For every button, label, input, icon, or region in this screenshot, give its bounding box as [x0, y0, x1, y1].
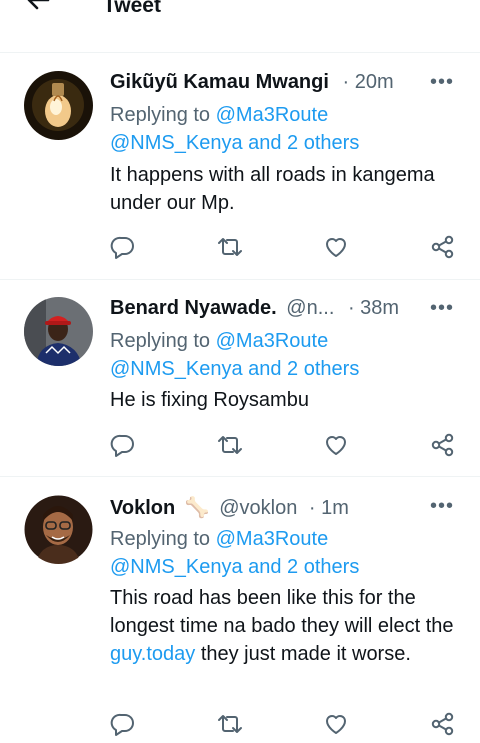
like-icon[interactable]: [322, 233, 350, 261]
replying-prefix: Replying to: [110, 330, 211, 352]
share-icon[interactable]: [429, 710, 457, 738]
tweet-link[interactable]: guy.today: [110, 643, 195, 665]
memoji-avatar-icon[interactable]: [24, 495, 93, 564]
tweet[interactable]: Benard Nyawade. @n... · 38m ••• Replying…: [0, 280, 480, 477]
replying-to: Replying to @Ma3Route @NMS_Kenya and 2 o…: [110, 525, 359, 581]
timestamp[interactable]: · 20m: [343, 71, 394, 93]
mention-link[interactable]: @Ma3Route: [216, 330, 329, 352]
tweet-text: This road has been like this for the lon…: [110, 584, 460, 668]
mention-link[interactable]: @NMS_Kenya and 2 others: [110, 358, 359, 380]
top-bar: Tweet: [0, 0, 480, 53]
replying-to: Replying to @Ma3Route @NMS_Kenya and 2 o…: [110, 327, 359, 383]
action-bar: [0, 233, 480, 263]
bone-emoji-icon: 🦴: [184, 497, 210, 519]
tweet-header: Benard Nyawade. @n... · 38m: [110, 297, 456, 323]
mention-link[interactable]: @Ma3Route: [216, 528, 329, 550]
mention-link[interactable]: @NMS_Kenya and 2 others: [110, 556, 359, 578]
tweet-text-part: they just made it worse.: [200, 643, 411, 665]
author-handle[interactable]: @voklon: [219, 497, 297, 519]
more-options-icon[interactable]: •••: [430, 297, 454, 320]
tweet[interactable]: Gikũyũ Kamau Mwangi · 20m ••• Replying t…: [0, 53, 480, 280]
person-red-cap-avatar-icon[interactable]: [24, 297, 93, 366]
reply-icon[interactable]: [109, 431, 137, 459]
timestamp[interactable]: · 1m: [309, 497, 349, 519]
mention-link[interactable]: @Ma3Route: [216, 104, 329, 126]
more-options-icon[interactable]: •••: [430, 71, 454, 94]
share-icon[interactable]: [429, 233, 457, 261]
author-name[interactable]: Gikũyũ Kamau Mwangi: [110, 71, 329, 93]
retweet-icon[interactable]: [216, 710, 244, 738]
replying-prefix: Replying to: [110, 104, 211, 126]
mention-link[interactable]: @NMS_Kenya and 2 others: [110, 132, 359, 154]
tweet[interactable]: Voklon 🦴 @voklon · 1m ••• Replying to @M…: [0, 477, 480, 736]
timestamp[interactable]: · 38m: [348, 297, 399, 319]
tweet-header: Gikũyũ Kamau Mwangi · 20m: [110, 71, 456, 97]
replying-to: Replying to @Ma3Route @NMS_Kenya and 2 o…: [110, 101, 359, 157]
action-bar: [0, 710, 480, 740]
reply-icon[interactable]: [109, 233, 137, 261]
back-arrow-icon[interactable]: [24, 0, 52, 14]
share-icon[interactable]: [429, 431, 457, 459]
retweet-icon[interactable]: [216, 431, 244, 459]
replying-prefix: Replying to: [110, 528, 211, 550]
like-icon[interactable]: [322, 710, 350, 738]
tweet-text: He is fixing Roysambu: [110, 389, 309, 411]
more-options-icon[interactable]: •••: [430, 495, 454, 518]
like-icon[interactable]: [322, 431, 350, 459]
tweet-text: It happens with all roads in kangema und…: [110, 164, 435, 214]
page-title: Tweet: [103, 0, 161, 17]
tweet-text-part: This road has been like this for the lon…: [110, 587, 454, 637]
retweet-icon[interactable]: [216, 233, 244, 261]
author-name[interactable]: Benard Nyawade.: [110, 297, 277, 319]
tweet-header: Voklon 🦴 @voklon · 1m: [110, 495, 456, 521]
author-name[interactable]: Voklon: [110, 497, 175, 519]
lightbulb-avatar-icon[interactable]: [24, 71, 93, 140]
action-bar: [0, 431, 480, 461]
author-handle[interactable]: @n...: [286, 297, 334, 319]
reply-icon[interactable]: [109, 710, 137, 738]
